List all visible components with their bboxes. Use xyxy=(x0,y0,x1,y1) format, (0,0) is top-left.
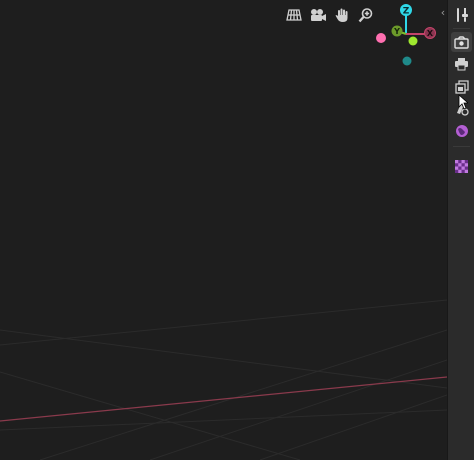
neg-y-axis-handle xyxy=(408,36,418,46)
navigation-gizmo[interactable]: Z Y X xyxy=(372,2,444,70)
tool-icon[interactable] xyxy=(451,5,472,25)
3d-viewport[interactable]: ‹ Z Y X xyxy=(0,0,447,460)
neg-x-axis-handle xyxy=(376,33,386,43)
navigation-toolbar xyxy=(282,4,378,26)
world-icon[interactable] xyxy=(451,121,472,141)
x-axis-line xyxy=(0,376,447,422)
x-axis-label: X xyxy=(427,29,434,38)
render-icon[interactable] xyxy=(451,32,472,52)
camera-icon[interactable] xyxy=(306,4,330,26)
perspective-grid-icon[interactable] xyxy=(282,4,306,26)
neg-z-axis-handle xyxy=(402,56,412,66)
z-axis-label: Z xyxy=(403,7,410,17)
tab-separator xyxy=(453,28,470,29)
output-printer-icon[interactable] xyxy=(451,54,472,74)
y-axis-label: Y xyxy=(393,27,400,36)
properties-tab-bar xyxy=(447,0,474,460)
mouse-cursor-icon xyxy=(458,94,468,110)
tab-separator xyxy=(453,146,470,147)
hand-pan-icon[interactable] xyxy=(330,4,354,26)
texture-checker-icon[interactable] xyxy=(451,156,472,176)
